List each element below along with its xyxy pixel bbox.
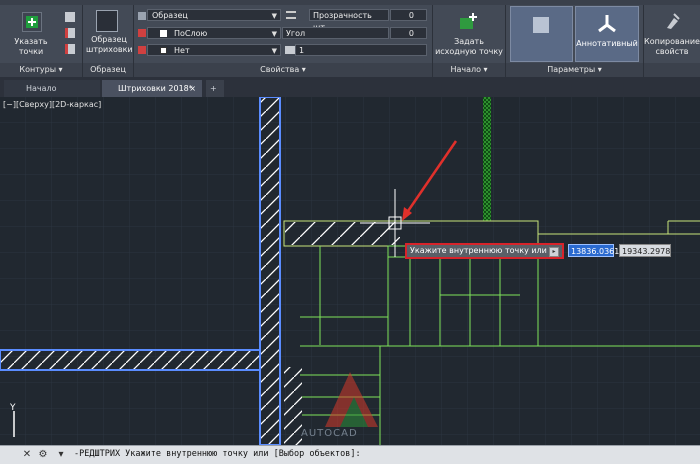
background-icon: [138, 46, 146, 54]
panel-properties[interactable]: Свойства ▾: [134, 63, 432, 77]
annotative-icon: [598, 15, 616, 33]
command-line[interactable]: ✕ ⚙ ▾ -РЕДШТРИХ Укажите внутреннюю точку…: [0, 445, 700, 464]
watermark-text: AUTOCAD: [301, 428, 358, 439]
panel-contours-label: Контуры: [19, 65, 57, 74]
panel-copy: [644, 63, 700, 77]
match-properties-icon[interactable]: [664, 12, 680, 30]
panel-pattern: Образец: [83, 63, 133, 77]
drawing-viewport[interactable]: Y [−][Сверху][2D-каркас]: [0, 97, 700, 445]
panel-pattern-label: Образец: [90, 65, 126, 74]
hatch-tool-icon-1[interactable]: [65, 12, 75, 22]
scale-icon: [285, 46, 295, 54]
hatch-tool-icon-2[interactable]: [65, 28, 75, 38]
pattern-combo[interactable]: Образец ▼: [147, 9, 281, 21]
associative-button[interactable]: [510, 6, 573, 62]
background-combo-value: Нет: [174, 46, 190, 55]
tab-hatches-2018[interactable]: Штриховки 2018* ×: [102, 80, 202, 97]
panel-origin[interactable]: Начало ▾: [433, 63, 505, 77]
chevron-down-icon: ▼: [271, 12, 277, 20]
wall-lower: [284, 367, 302, 445]
new-tab-label: +: [210, 84, 217, 93]
pattern-sample-button[interactable]: Образец штриховки: [86, 35, 133, 55]
chevron-down-icon: ▼: [271, 47, 277, 55]
color-combo-value: ПоСлою: [174, 29, 208, 38]
tab-start-label: Начало: [26, 84, 57, 93]
angle-input[interactable]: 0: [390, 27, 427, 39]
background-combo[interactable]: Нет ▼: [147, 44, 281, 56]
ucs-y-label: Y: [9, 403, 16, 413]
pattern-swatch-icon[interactable]: [96, 10, 118, 32]
add-points-icon[interactable]: [22, 12, 42, 32]
beam-hatch: [285, 222, 400, 245]
panel-properties-label: Свойства: [260, 65, 300, 74]
viewport-controls-label[interactable]: [−][Сверху][2D-каркас]: [3, 100, 101, 109]
panel-parameters-label: Параметры: [547, 65, 596, 74]
pattern-combo-value: Образец: [152, 11, 188, 20]
hatch-type-icon: [138, 12, 146, 20]
new-tab-button[interactable]: +: [206, 80, 224, 97]
dynamic-input-prompt-text: Укажите внутреннюю точку или: [410, 246, 547, 255]
drawing-canvas[interactable]: Y: [0, 97, 700, 445]
chevron-down-icon: ▼: [271, 30, 277, 38]
green-column: [483, 97, 491, 221]
transparency-icon: [286, 11, 296, 19]
tab-start[interactable]: Начало: [4, 80, 100, 97]
copy-properties-button[interactable]: Копирование свойств: [644, 37, 700, 57]
wall-vertical: [259, 97, 281, 445]
menu-strip: [0, 0, 700, 5]
color-swatch: [160, 30, 167, 37]
annotative-button[interactable]: Аннотативный: [575, 6, 639, 62]
options-arrow-icon[interactable]: ▸: [549, 247, 559, 257]
coord-x-input[interactable]: 13836.0361: [568, 244, 619, 257]
coord-y-input[interactable]: 19343.2978: [619, 244, 671, 257]
ribbon: Указать точки Образец штриховки Образец …: [0, 0, 700, 77]
tab-hatches-label: Штриховки 2018*: [118, 84, 193, 93]
annotative-label: Аннотативный: [576, 39, 638, 48]
scale-input[interactable]: 1: [295, 44, 427, 56]
transparency-label: Прозрачность шт...: [309, 9, 389, 32]
command-prompt-text[interactable]: -РЕДШТРИХ Укажите внутреннюю точку или […: [74, 449, 361, 459]
angle-label: Угол: [282, 27, 389, 39]
wrench-icon[interactable]: ⚙: [36, 448, 50, 462]
close-icon[interactable]: ✕: [20, 448, 34, 462]
color-combo[interactable]: ПоСлою ▼: [147, 27, 281, 39]
wall-horizontal: [0, 349, 261, 371]
hatch-tool-icon-3[interactable]: [65, 44, 75, 54]
panel-origin-label: Начало: [450, 65, 481, 74]
background-swatch: [160, 47, 167, 54]
dynamic-input-prompt: Укажите внутреннюю точку или ▸: [405, 243, 564, 259]
command-history-icon[interactable]: ▾: [54, 448, 68, 462]
transparency-input[interactable]: 0: [390, 9, 427, 21]
panel-parameters[interactable]: Параметры ▾: [506, 63, 643, 77]
color-icon: [138, 29, 146, 37]
set-origin-icon[interactable]: [459, 12, 477, 30]
specify-points-button[interactable]: Указать точки: [2, 37, 60, 57]
document-tab-bar: Начало Штриховки 2018* × +: [0, 77, 700, 97]
set-origin-button[interactable]: Задать исходную точку: [434, 37, 504, 57]
panel-contours[interactable]: Контуры ▾: [0, 63, 82, 77]
associative-icon: [533, 17, 549, 33]
close-icon[interactable]: ×: [189, 80, 196, 97]
